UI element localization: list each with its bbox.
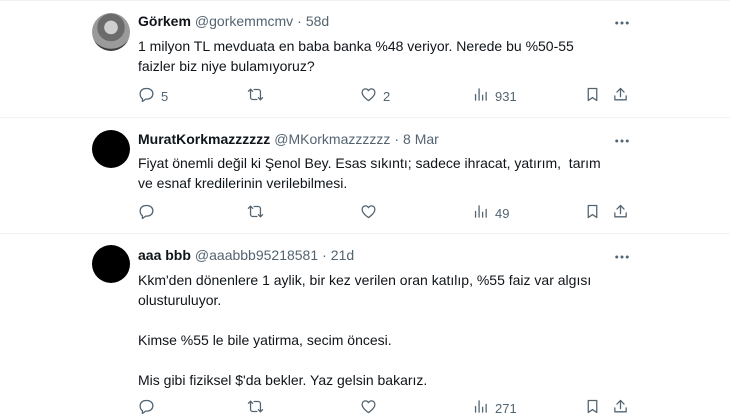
reply-button[interactable]: 5 (138, 86, 168, 106)
action-bar: 5 2 931 (138, 86, 634, 106)
bookmark-icon (584, 398, 601, 418)
timestamp[interactable]: 21d (331, 247, 354, 263)
retweet-button[interactable] (247, 398, 270, 418)
views-icon (472, 203, 489, 223)
bookmark-icon (584, 86, 601, 106)
share-icon (612, 398, 629, 418)
retweet-icon (247, 203, 264, 223)
more-icon[interactable] (610, 13, 634, 33)
like-count: 2 (383, 88, 391, 104)
share-button[interactable] (612, 86, 629, 106)
views-button[interactable]: 271 (472, 398, 517, 418)
user-handle[interactable]: @gorkemmcmv (195, 13, 293, 29)
more-icon[interactable] (610, 247, 634, 267)
user-handle[interactable]: @MKorkmazzzzzz (274, 131, 390, 147)
views-count: 931 (495, 88, 517, 104)
share-icon (612, 203, 629, 223)
share-button[interactable] (612, 398, 629, 418)
bookmark-button[interactable] (584, 398, 601, 418)
views-button[interactable]: 49 (472, 203, 509, 223)
bookmark-button[interactable] (584, 203, 601, 223)
display-name[interactable]: MuratKorkmazzzzzz (138, 131, 270, 147)
display-name[interactable]: aaa bbb (138, 247, 191, 263)
tweet-text: Fiyat önemli değil ki Şenol Bey. Esas sı… (138, 155, 601, 191)
tweet-header: aaa bbb @aaabbb95218581 · 21d (138, 247, 354, 263)
action-bar: 49 (138, 203, 634, 223)
reply-button[interactable] (138, 203, 161, 223)
action-bar: 271 (138, 398, 634, 418)
views-icon (472, 86, 489, 106)
retweet-button[interactable] (247, 86, 270, 106)
like-button[interactable]: 2 (360, 86, 390, 106)
timestamp[interactable]: 8 Mar (403, 131, 439, 147)
reply-icon (138, 203, 155, 223)
tweet-text: Kkm'den dönenlere 1 aylik, bir kez veril… (138, 272, 592, 388)
tweet-text: 1 milyon TL mevduata en baba banka %48 v… (138, 38, 574, 74)
like-icon (360, 398, 377, 418)
avatar[interactable] (92, 130, 130, 168)
reply-icon (138, 86, 155, 106)
bookmark-icon (584, 203, 601, 223)
like-button[interactable] (360, 203, 383, 223)
share-button[interactable] (612, 203, 629, 223)
retweet-icon (247, 398, 264, 418)
tweet-header: MuratKorkmazzzzzz @MKorkmazzzzzz · 8 Mar (138, 131, 439, 147)
views-count: 271 (495, 400, 517, 416)
tweet[interactable]: MuratKorkmazzzzzz @MKorkmazzzzzz · 8 Mar… (0, 118, 730, 234)
separator-dot: · (297, 13, 302, 29)
tweet[interactable]: Görkem @gorkemmcmv · 58d 1 milyon TL mev… (0, 0, 730, 118)
views-count: 49 (495, 205, 510, 221)
like-icon (360, 86, 377, 106)
like-button[interactable] (360, 398, 383, 418)
more-icon[interactable] (610, 131, 634, 151)
retweet-button[interactable] (247, 203, 270, 223)
bookmark-button[interactable] (584, 86, 601, 106)
user-handle[interactable]: @aaabbb95218581 (195, 247, 318, 263)
display-name[interactable]: Görkem (138, 13, 191, 29)
reply-button[interactable] (138, 398, 161, 418)
timestamp[interactable]: 58d (306, 13, 329, 29)
separator-dot: · (394, 131, 400, 147)
views-button[interactable]: 931 (472, 86, 517, 106)
retweet-icon (247, 86, 264, 106)
views-icon (472, 398, 489, 418)
avatar[interactable] (92, 245, 130, 283)
reply-count: 5 (161, 88, 169, 104)
separator-dot: · (322, 247, 327, 263)
tweet[interactable]: aaa bbb @aaabbb95218581 · 21d Kkm'den dö… (0, 234, 730, 420)
like-icon (360, 203, 377, 223)
avatar[interactable] (92, 13, 130, 51)
share-icon (612, 86, 629, 106)
tweet-feed: Görkem @gorkemmcmv · 58d 1 milyon TL mev… (0, 0, 730, 420)
reply-icon (138, 398, 155, 418)
tweet-header: Görkem @gorkemmcmv · 58d (138, 13, 329, 29)
